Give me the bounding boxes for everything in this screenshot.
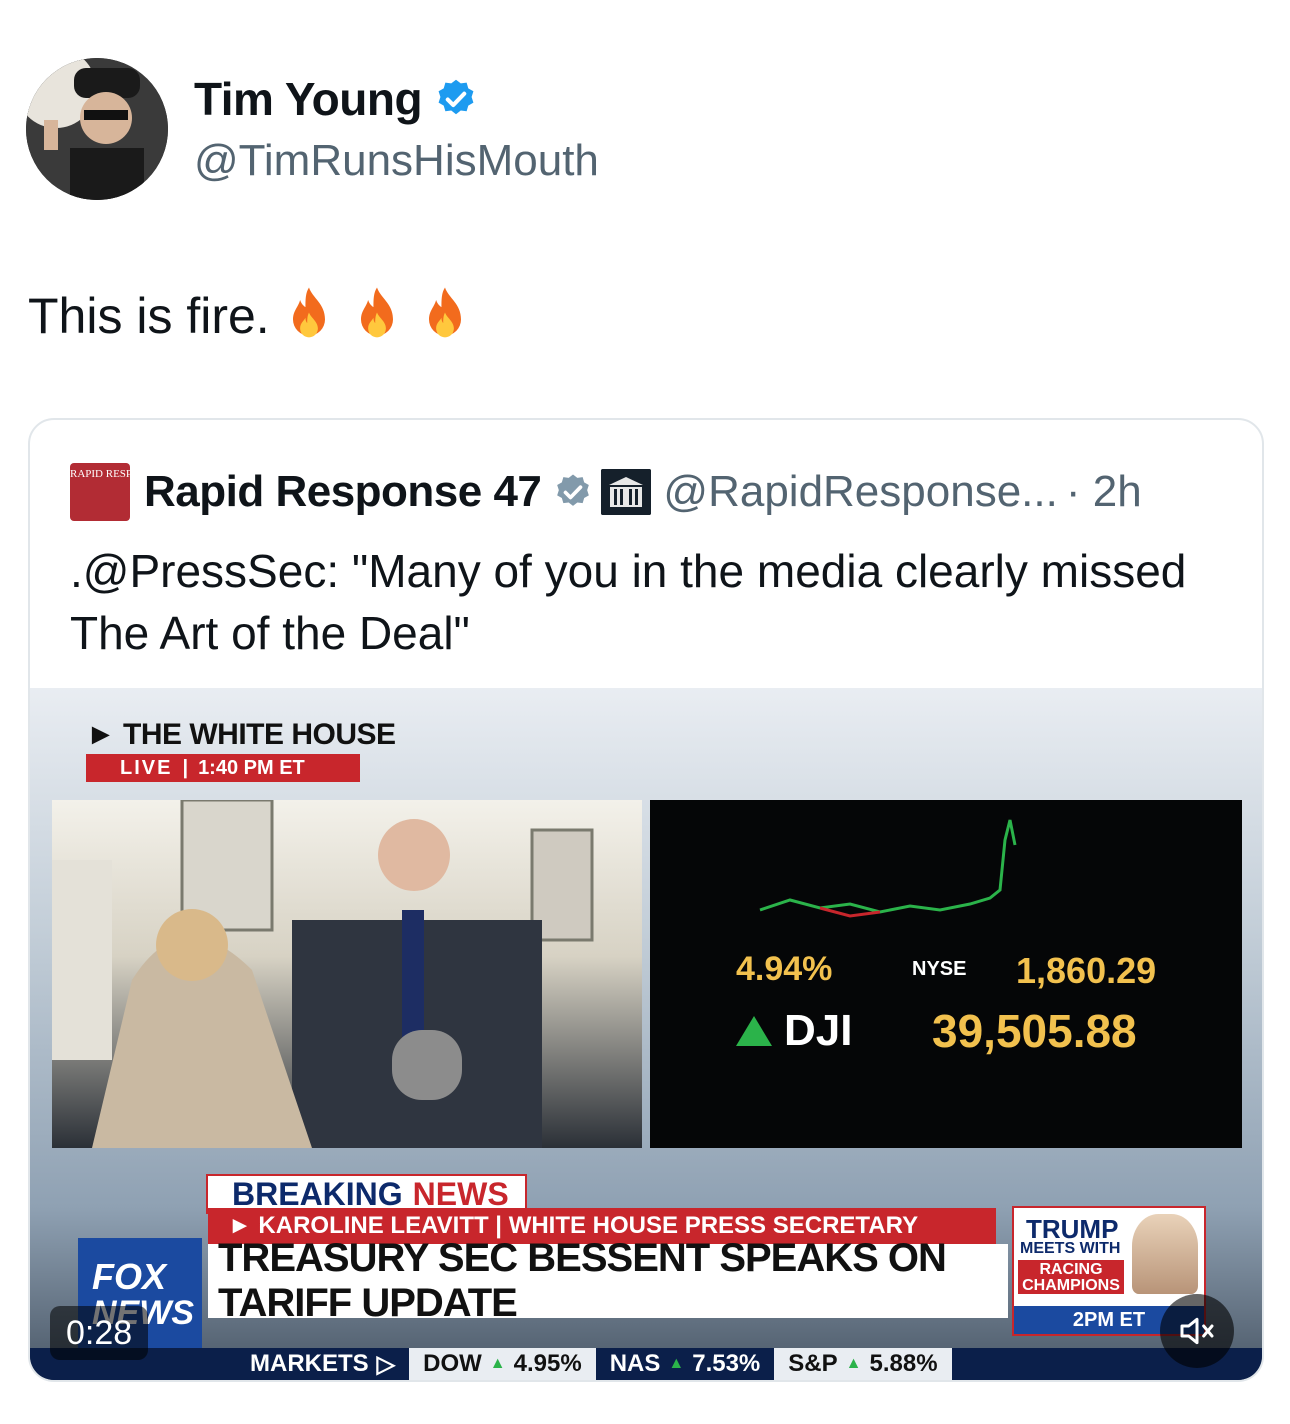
live-text: LIVE (120, 756, 173, 779)
up-arrow-icon: ▲ (489, 1355, 506, 1372)
tweet-text-row: This is fire. (28, 284, 474, 348)
ticker-dow: DOW ▲ 4.95% (409, 1348, 596, 1380)
ticker-play-icon: ▷ (376, 1350, 396, 1378)
video-player[interactable]: ► THE WHITE HOUSE LIVE | 1:40 PM ET 4.94… (30, 688, 1262, 1380)
ticker-nas: NAS ▲ 7.53% (596, 1348, 775, 1380)
quoted-author-name[interactable]: Rapid Response 47 (144, 467, 542, 517)
ticker-markets-label: MARKETS (250, 1350, 369, 1377)
author-avatar[interactable] (26, 58, 168, 200)
dji-label: DJI (784, 1006, 853, 1055)
promo-tag: RACING CHAMPIONS (1018, 1260, 1124, 1294)
quoted-author-avatar[interactable]: RAPID RESPONSE (70, 463, 130, 521)
location-text: THE WHITE HOUSE (123, 718, 396, 751)
fire-icon (428, 287, 461, 338)
video-timer: 0:28 (50, 1306, 149, 1360)
promo-subtitle: MEETS WITH (1020, 1240, 1121, 1257)
ticker-sp: S&P ▲ 5.88% (774, 1348, 952, 1380)
ticker-nas-pct: 7.53% (692, 1350, 761, 1377)
quoted-tweet-text: .@PressSec: "Many of you in the media cl… (70, 545, 1187, 659)
breaking-news-text: NEWS (412, 1175, 509, 1212)
quoted-avatar-text: RAPID RESPONSE (70, 468, 130, 480)
verified-gray-badge-icon (557, 474, 590, 506)
up-arrow-icon (736, 1016, 772, 1046)
stock-chart-pane: 4.94% NYSE 1,860.29 DJI 39,505.88 (650, 800, 1242, 1148)
stock-sparkline (759, 819, 1017, 918)
up-arrow-icon: ▲ (668, 1355, 685, 1372)
author-name[interactable]: Tim Young (194, 72, 423, 126)
breaking-text: BREAKING (232, 1175, 403, 1212)
press-scene-image (52, 800, 594, 1148)
speaker-muted-icon (1180, 1317, 1214, 1345)
press-scene-pane (52, 800, 642, 1148)
verified-badge-icon (438, 79, 474, 115)
government-affiliation-icon (601, 469, 652, 515)
network-logo-line1: FOX (92, 1256, 167, 1297)
up-arrow-icon: ▲ (845, 1355, 862, 1372)
chyron-headline: TREASURY SEC BESSENT SPEAKS ON TARIFF UP… (208, 1236, 1008, 1325)
live-time: 1:40 PM ET (198, 756, 305, 779)
promo-portrait (1132, 1214, 1198, 1294)
mute-button[interactable] (1160, 1294, 1234, 1368)
market-ticker: MARKETS ▷ DOW ▲ 4.95% NAS ▲ 7.53% S&P ▲ … (30, 1348, 1262, 1380)
avatar-image (26, 58, 168, 200)
author-name-row[interactable]: Tim Young (194, 72, 478, 126)
stock-percent: 4.94% (736, 950, 833, 988)
tweet-text: This is fire. (28, 288, 270, 344)
ticker-dow-pct: 4.95% (513, 1350, 582, 1377)
dji-value: 39,505.88 (932, 1005, 1137, 1057)
quoted-timestamp[interactable]: · 2h (1066, 467, 1142, 517)
dji-row: DJI (736, 1006, 852, 1056)
nyse-label: NYSE (912, 958, 967, 980)
fire-icon (292, 287, 325, 338)
ticker-dow-label: DOW (423, 1350, 482, 1377)
ticker-nas-label: NAS (609, 1350, 661, 1377)
ticker-sp-pct: 5.88% (869, 1350, 938, 1377)
author-handle[interactable]: @TimRunsHisMouth (194, 136, 599, 186)
live-bar: LIVE | 1:40 PM ET (86, 754, 360, 782)
location-label: ► THE WHITE HOUSE LIVE | 1:40 PM ET (86, 718, 396, 782)
ticker-sp-label: S&P (788, 1350, 838, 1377)
quoted-tweet-card[interactable]: RAPID RESPONSE Rapid Response 47 @RapidR… (28, 418, 1264, 1382)
nyse-value: 1,860.29 (1016, 950, 1157, 991)
fire-icon (360, 287, 393, 338)
live-divider: | (182, 756, 189, 779)
location-title: ► THE WHITE HOUSE (86, 718, 396, 751)
quoted-tweet-header: RAPID RESPONSE Rapid Response 47 @RapidR… (70, 463, 1142, 521)
quoted-author-handle[interactable]: @RapidResponse... (663, 467, 1057, 517)
